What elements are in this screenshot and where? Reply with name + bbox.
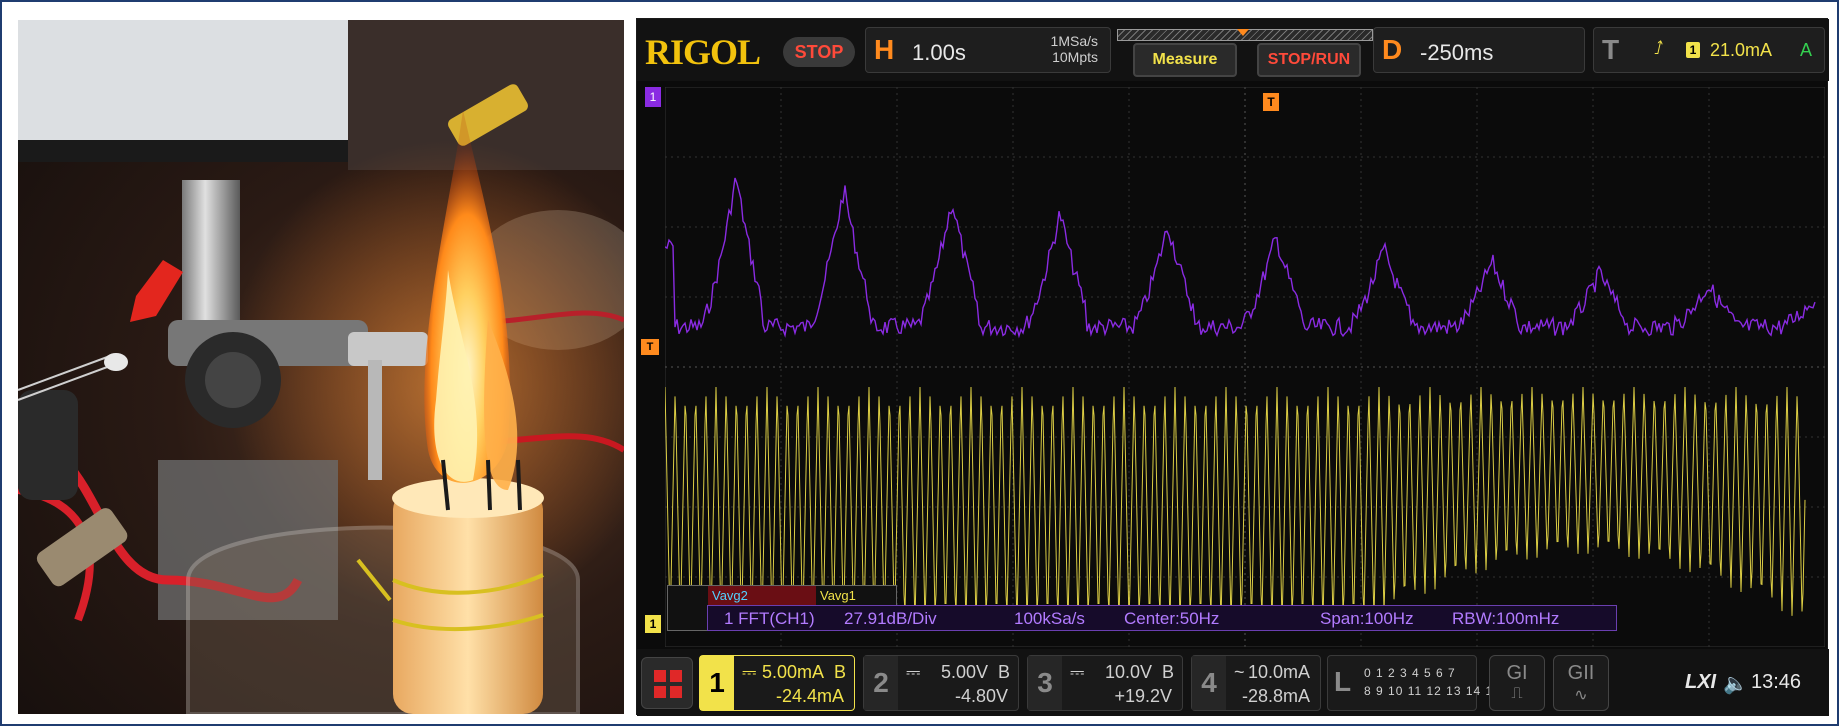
rigol-logo: RIGOL (645, 32, 761, 72)
dc-coupling-icon: ⎓ (742, 662, 757, 682)
square-wave-icon: ⎍ (1511, 685, 1523, 702)
bottom-channel-bar: 1 ⎓ 5.00mA B -24.4mA 2 ⎓ 5.00V B -4.80V … (637, 649, 1829, 716)
horizontal-letter: H (874, 34, 895, 65)
ac-coupling-icon: ~ (1234, 662, 1245, 682)
menu-square-icon (670, 670, 682, 682)
logic-channels-low: 0 1 2 3 4 5 6 7 (1364, 666, 1456, 680)
channel-4-offset: -28.8mA (1241, 686, 1310, 706)
figure-frame: RIGOL STOP H 1.00s 1MSa/s 10Mpts Measure… (0, 0, 1839, 726)
channel-3-bw: B (1161, 662, 1174, 682)
ch1-ground-marker: 1 (645, 615, 661, 633)
dc-coupling-icon: ⎓ (906, 662, 921, 682)
fft-center: Center:50Hz (1124, 609, 1220, 628)
vavg1-label: Vavg1 (820, 588, 856, 603)
trigger-mode: A (1800, 40, 1813, 60)
clock-time: 13:46 (1751, 671, 1802, 693)
menu-square-icon (654, 670, 666, 682)
delay-letter: D (1382, 34, 1403, 65)
measure-button[interactable]: Measure (1133, 43, 1237, 77)
fft-scale: 27.91dB/Div (844, 609, 937, 628)
channel-2-box[interactable]: 2 ⎓ 5.00V B -4.80V (863, 655, 1019, 711)
trigger-edge-icon: ⭜ (1654, 38, 1664, 58)
menu-grid-button[interactable] (641, 657, 693, 709)
channel-4-scale: 10.0mA (1247, 662, 1310, 682)
channel-3-number: 3 (1028, 656, 1062, 710)
trigger-source: 1 (1686, 42, 1700, 58)
red-arrow-icon (130, 260, 183, 322)
dc-coupling-icon: ⎓ (1070, 662, 1085, 682)
logic-letter: L (1334, 666, 1352, 697)
generator-1-label: GI (1506, 662, 1528, 684)
delay-box[interactable]: D -250ms (1373, 27, 1585, 73)
timebase-value: 1.00s (912, 40, 966, 65)
vavg2-label: Vavg2 (708, 586, 816, 606)
channel-3-offset: +19.2V (1114, 686, 1172, 706)
channel-2-bw: B (997, 662, 1010, 682)
menu-square-icon (654, 686, 666, 698)
trigger-letter: T (1602, 34, 1620, 65)
trigger-level: 21.0mA (1710, 40, 1773, 60)
fft-rate: 100kSa/s (1014, 609, 1085, 628)
delay-value: -250ms (1420, 40, 1494, 65)
photo-illustration (18, 20, 624, 714)
fft-info-bar[interactable]: 1 FFT(CH1) 27.91dB/Div 100kSa/s Center:5… (707, 605, 1617, 631)
run-state-badge[interactable]: STOP (783, 37, 855, 67)
trigger-position-marker (1237, 29, 1249, 36)
trigger-level-marker: T (641, 339, 659, 355)
generator-2-label: GII (1567, 662, 1595, 684)
channel-4-box[interactable]: 4 ~ 10.0mA -28.8mA (1191, 655, 1321, 711)
channel-1-box[interactable]: 1 ⎓ 5.00mA B -24.4mA (699, 655, 855, 711)
fft-label: 1 FFT(CH1) (724, 609, 815, 628)
channel-2-scale: 5.00V (940, 662, 988, 682)
channel-1-bw: B (833, 662, 846, 682)
fft-rbw: RBW:100mHz (1452, 609, 1560, 628)
mute-icon[interactable]: 🔈 (1723, 671, 1748, 696)
fft-span: Span:100Hz (1320, 609, 1414, 628)
sample-rate: 1MSa/s (1050, 33, 1098, 49)
sine-wave-icon: ∿ (1574, 687, 1588, 704)
channel-3-box[interactable]: 3 ⎓ 10.0V B +19.2V (1027, 655, 1183, 711)
channel-1-scale: 5.00mA (761, 662, 824, 682)
trigger-time-marker: T (1263, 93, 1279, 111)
oscilloscope-screen: RIGOL STOP H 1.00s 1MSa/s 10Mpts Measure… (636, 18, 1829, 716)
logic-channels-high: 8 9 10 11 12 13 14 15 (1364, 684, 1501, 698)
logic-analyzer-box[interactable]: L 0 1 2 3 4 5 6 7 8 9 10 11 12 13 14 15 (1327, 655, 1500, 711)
trigger-box[interactable]: T ⭜ 1 21.0mA A (1593, 27, 1825, 73)
waveform-display[interactable] (665, 87, 1825, 647)
lxi-logo: LXI (1685, 671, 1717, 693)
top-status-bar: RIGOL STOP H 1.00s 1MSa/s 10Mpts Measure… (637, 19, 1829, 81)
channel-2-number: 2 (864, 656, 898, 710)
channel-2-offset: -4.80V (954, 686, 1008, 706)
generator-1-button[interactable]: GI ⎍ (1489, 655, 1545, 711)
generator-2-button[interactable]: GII ∿ (1553, 655, 1609, 711)
graticule-svg (665, 87, 1825, 647)
fft-math-waveform (665, 177, 1816, 339)
memory-depth: 10Mpts (1052, 49, 1098, 65)
horizontal-timebase-box[interactable]: H 1.00s 1MSa/s 10Mpts (865, 27, 1111, 73)
stop-run-button[interactable]: STOP/RUN (1257, 43, 1361, 77)
channel-1-offset: -24.4mA (775, 686, 844, 706)
menu-square-icon (670, 686, 682, 698)
channel-3-scale: 10.0V (1104, 662, 1152, 682)
channel-4-number: 4 (1192, 656, 1226, 710)
candle-flame-photo (18, 20, 624, 714)
math-ch-marker: 1 (645, 87, 661, 107)
channel-1-number: 1 (700, 656, 734, 710)
